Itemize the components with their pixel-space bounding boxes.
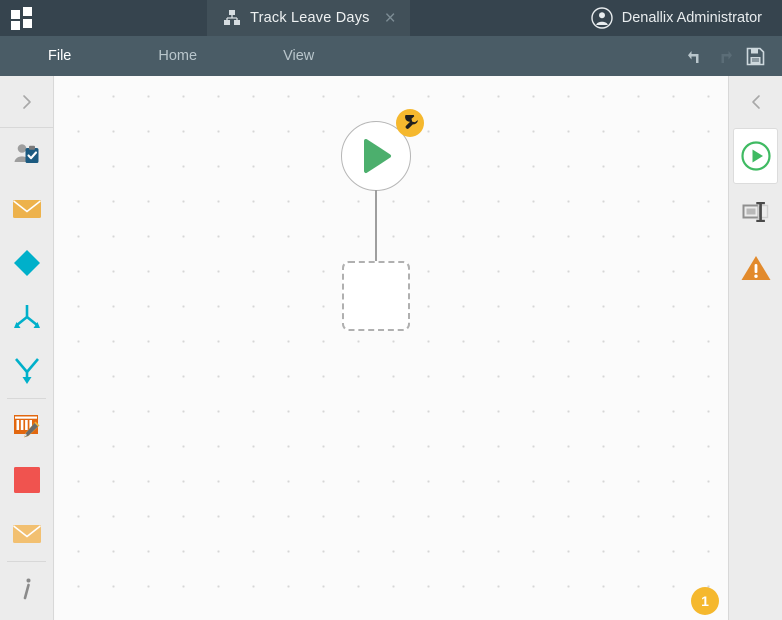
- app-logo-button[interactable]: [0, 0, 40, 36]
- toolbox-item-form[interactable]: [0, 399, 53, 453]
- warning-icon: [740, 254, 772, 282]
- collapse-right-panel-button[interactable]: [729, 76, 782, 128]
- start-node-configure-badge[interactable]: [396, 109, 424, 137]
- toolbox-item-merge[interactable]: [0, 290, 53, 344]
- stop-square-icon: [13, 466, 41, 494]
- converge-arrow-icon: [12, 356, 42, 386]
- tab-strip-spacer-right: [410, 0, 577, 36]
- toolbox-item-user-task[interactable]: [0, 128, 53, 182]
- rename-icon: [741, 199, 771, 225]
- tab-strip: Track Leave Days ×: [40, 0, 577, 36]
- issue-count-badge[interactable]: 1: [691, 587, 719, 615]
- undo-button[interactable]: [680, 36, 710, 76]
- left-toolbox-panel: [0, 76, 54, 620]
- toolbox-item-email[interactable]: [0, 507, 53, 561]
- right-panel-item-rename[interactable]: [733, 184, 778, 240]
- undo-icon: [685, 46, 705, 66]
- right-panel-item-start[interactable]: [733, 128, 778, 184]
- wrench-badge-icon: [402, 114, 419, 132]
- workflow-canvas[interactable]: 1: [55, 76, 728, 620]
- save-button[interactable]: [740, 36, 770, 76]
- info-icon: [15, 575, 39, 603]
- application-window: Track Leave Days × Denallix Administrato…: [0, 0, 782, 620]
- right-properties-panel: [728, 76, 782, 620]
- menu-item-view[interactable]: View: [269, 36, 328, 76]
- toolbox-item-converge[interactable]: [0, 344, 53, 398]
- menu-item-file[interactable]: File: [34, 36, 85, 76]
- save-icon: [745, 46, 766, 67]
- app-logo-icon: [11, 7, 33, 30]
- tab-track-leave-days[interactable]: Track Leave Days ×: [207, 0, 410, 36]
- tab-title: Track Leave Days: [250, 10, 370, 26]
- start-node-icon: [740, 140, 772, 172]
- close-icon[interactable]: ×: [385, 9, 396, 28]
- expand-left-panel-button[interactable]: [0, 76, 53, 128]
- menu-bar: File Home View: [0, 36, 782, 76]
- form-edit-icon: [13, 413, 41, 439]
- user-menu[interactable]: Denallix Administrator: [577, 0, 782, 36]
- envelope-icon: [12, 523, 42, 545]
- redo-button[interactable]: [710, 36, 740, 76]
- user-name: Denallix Administrator: [621, 10, 762, 26]
- redo-icon: [715, 46, 735, 66]
- tab-strip-spacer: [40, 0, 207, 36]
- toolbox-item-stop[interactable]: [0, 453, 53, 507]
- expand-left-panel-chevron-icon: [17, 92, 37, 112]
- mail-event-icon: [12, 198, 42, 220]
- toolbox-item-decision[interactable]: [0, 236, 53, 290]
- user-task-icon: [12, 140, 42, 170]
- toolbox-item-mail-event[interactable]: [0, 182, 53, 236]
- collapse-right-panel-chevron-icon: [746, 92, 766, 112]
- menu-item-home[interactable]: Home: [144, 36, 211, 76]
- toolbox-item-information[interactable]: [0, 562, 53, 616]
- play-icon: [355, 135, 397, 177]
- decision-diamond-icon: [12, 248, 42, 278]
- right-panel-item-warnings[interactable]: [733, 240, 778, 296]
- workflow-icon: [223, 9, 241, 27]
- merge-arrows-icon: [12, 303, 42, 331]
- title-bar: Track Leave Days × Denallix Administrato…: [0, 0, 782, 36]
- user-avatar-icon: [591, 7, 613, 29]
- placeholder-node[interactable]: [342, 261, 410, 331]
